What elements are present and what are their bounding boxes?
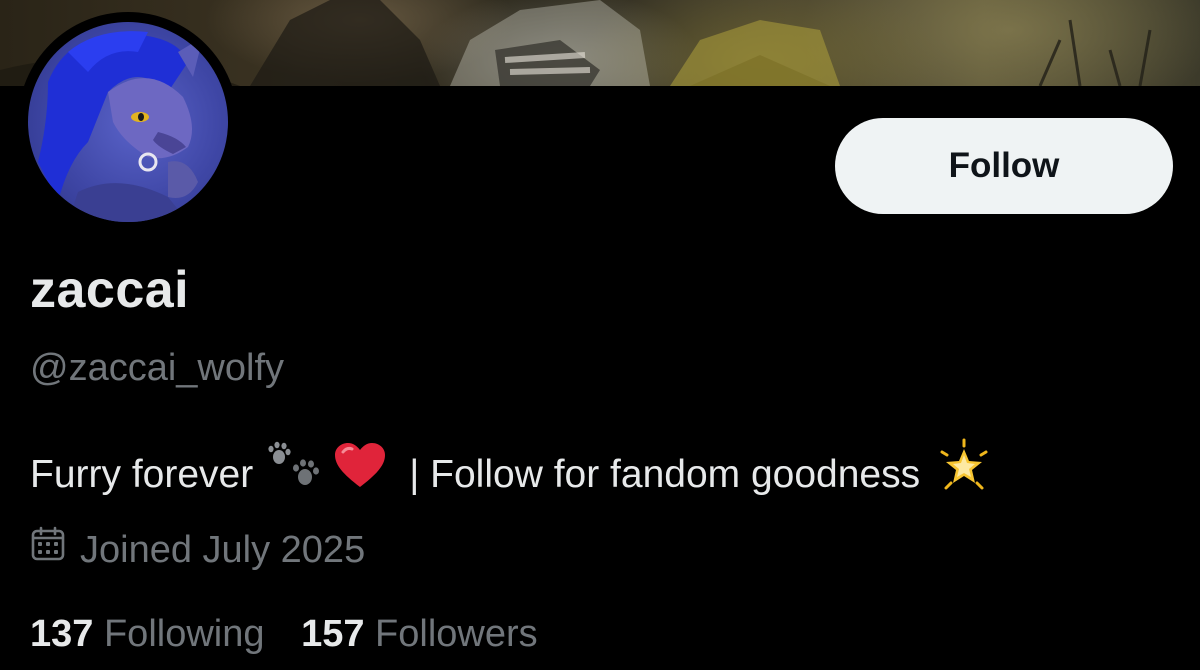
bio: Furry forever | Follow for fandom goodne… [30, 438, 992, 512]
follow-button[interactable]: Follow [835, 118, 1173, 214]
join-date-text: Joined July 2025 [80, 529, 366, 571]
avatar[interactable] [18, 12, 238, 232]
follow-stats: 137 Following 157 Followers [30, 606, 538, 662]
followers-label: Followers [375, 613, 538, 655]
avatar-image [28, 22, 228, 222]
username-handle: @zaccai_wolfy [30, 347, 284, 389]
following-count: 137 [30, 613, 94, 655]
following-label: Following [103, 613, 265, 655]
followers-count: 157 [301, 613, 365, 655]
glowing-star-emoji [936, 438, 992, 512]
profile-page: Follow zaccai @zaccai_wolfy Furry foreve… [0, 0, 1200, 670]
display-name: zaccai [30, 261, 190, 319]
calendar-icon [30, 522, 66, 578]
following-link[interactable]: 137 Following [30, 606, 265, 662]
paw-prints-emoji [265, 441, 329, 509]
red-heart-emoji [333, 442, 387, 508]
bio-text-start: Furry forever [30, 453, 254, 496]
followers-link[interactable]: 157 Followers [301, 606, 538, 662]
bio-text-end: | Follow for fandom goodness [409, 453, 921, 496]
join-date: Joined July 2025 [30, 522, 365, 578]
